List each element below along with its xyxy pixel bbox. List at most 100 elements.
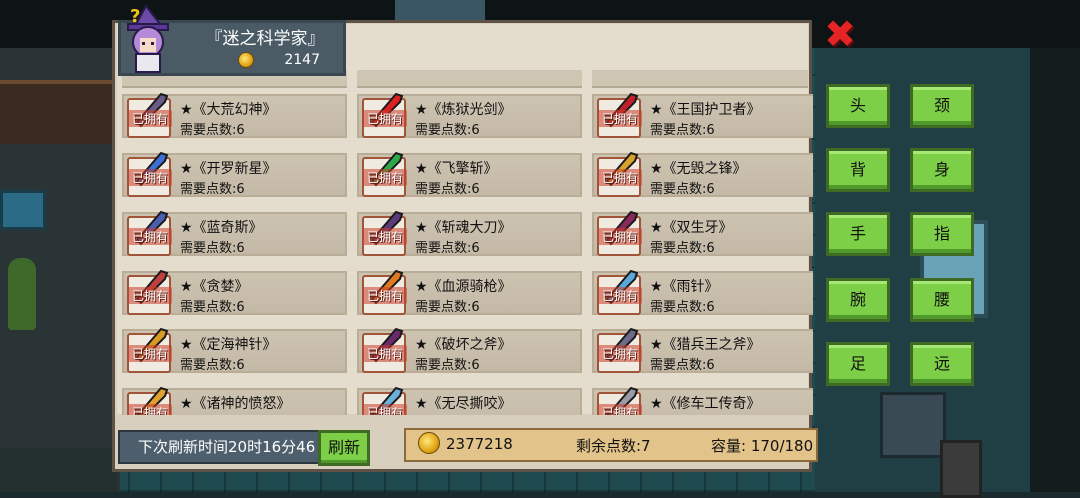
item-name: ★《无尽撕咬》: [415, 396, 512, 412]
owned-badge: 已拥有: [598, 169, 642, 186]
item-name: ★《诸神的愤怒》: [180, 396, 291, 412]
item-icon-frame: 已拥有: [362, 269, 407, 315]
refresh-timer: 下次刷新时间20时16分46: [118, 430, 324, 464]
item-icon-frame: 已拥有: [597, 269, 642, 315]
owned-badge: 已拥有: [598, 345, 642, 362]
item-icon-frame: 已拥有: [597, 92, 642, 138]
item-cost: 需要点数:6: [415, 300, 480, 315]
capacity: 容量: 170/180: [711, 437, 814, 455]
item-icon-frame: 已拥有: [597, 327, 642, 373]
item-card[interactable]: 已拥有 ★《猎兵王之斧》 需要点数:6: [592, 327, 813, 373]
item-icon-frame: 已拥有: [597, 151, 642, 197]
background-shelf: [0, 80, 118, 144]
item-cost: 需要点数:6: [415, 241, 480, 256]
owned-badge: 已拥有: [128, 404, 172, 415]
slot-back-button[interactable]: 背: [826, 148, 890, 192]
item-cost: 需要点数:6: [650, 123, 715, 138]
owned-badge: 已拥有: [128, 345, 172, 362]
item-name: ★《破坏之斧》: [415, 337, 512, 353]
item-card[interactable]: 已拥有 ★《贪婪》 需要点数:6: [122, 269, 347, 315]
owned-badge: 已拥有: [363, 345, 407, 362]
slot-ranged-button[interactable]: 远: [910, 342, 974, 386]
owned-badge: 已拥有: [598, 404, 642, 415]
wizard-avatar-icon: ?: [127, 4, 169, 73]
background-plant: [8, 258, 36, 330]
background-floor-left: [0, 448, 118, 492]
player-gold: 2147: [284, 52, 320, 68]
owned-badge: 已拥有: [598, 287, 642, 304]
item-cost: 需要点数:6: [650, 358, 715, 373]
item-icon-frame: 已拥有: [362, 327, 407, 373]
background-console: [880, 392, 946, 458]
owned-badge: 已拥有: [363, 404, 407, 415]
item-card[interactable]: 已拥有 ★《双生牙》 需要点数:6: [592, 210, 813, 256]
slot-neck-button[interactable]: 颈: [910, 84, 974, 128]
item-card[interactable]: 已拥有 ★《炼狱光剑》 需要点数:6: [357, 92, 582, 138]
player-title: 『迷之科学家』: [205, 29, 325, 49]
item-card[interactable]: 已拥有 ★《蓝奇斯》 需要点数:6: [122, 210, 347, 256]
item-name: ★《猎兵王之斧》: [650, 337, 761, 353]
item-icon-frame: 已拥有: [362, 151, 407, 197]
owned-badge: 已拥有: [363, 110, 407, 127]
item-card[interactable]: 已拥有 ★《飞擎斩》 需要点数:6: [357, 151, 582, 197]
slot-wrist-button[interactable]: 腕: [826, 278, 890, 322]
item-icon-frame: 已拥有: [127, 151, 172, 197]
slot-foot-button[interactable]: 足: [826, 342, 890, 386]
item-card[interactable]: 已拥有 ★《诸神的愤怒》需要点数:6: [122, 386, 347, 415]
owned-badge: 已拥有: [128, 287, 172, 304]
remaining-points: 剩余点数:7: [576, 437, 651, 455]
owned-badge: 已拥有: [598, 110, 642, 127]
item-card[interactable]: 已拥有 ★《大荒幻神》 需要点数:6: [122, 92, 347, 138]
item-cost: 需要点数:6: [180, 182, 245, 197]
item-card[interactable]: 已拥有 ★《修车工传奇》需要点数:6: [592, 386, 813, 415]
item-name: ★《血源骑枪》: [415, 279, 512, 295]
item-card[interactable]: 已拥有 ★《破坏之斧》 需要点数:6: [357, 327, 582, 373]
item-cost: 需要点数:6: [180, 358, 245, 373]
refresh-button[interactable]: 刷新: [318, 430, 370, 466]
owned-badge: 已拥有: [598, 228, 642, 245]
item-card[interactable]: 已拥有 ★《无尽撕咬》需要点数:6: [357, 386, 582, 415]
item-name: ★《飞擎斩》: [415, 161, 498, 177]
owned-badge: 已拥有: [128, 169, 172, 186]
slot-waist-button[interactable]: 腰: [910, 278, 974, 322]
item-card[interactable]: 已拥有 ★《定海神针》 需要点数:6: [122, 327, 347, 373]
item-icon-frame: 已拥有: [127, 327, 172, 373]
item-cost: 需要点数:6: [650, 413, 715, 415]
owned-badge: 已拥有: [128, 228, 172, 245]
item-name: ★《蓝奇斯》: [180, 220, 263, 236]
item-name: ★《修车工传奇》: [650, 396, 761, 412]
item-card[interactable]: 已拥有 ★《无毁之锋》 需要点数:6: [592, 151, 813, 197]
item-name: ★《雨针》: [650, 279, 719, 295]
close-icon[interactable]: ✖: [822, 15, 858, 53]
slot-hand-button[interactable]: 手: [826, 212, 890, 256]
item-name: ★《定海神针》: [180, 337, 277, 353]
item-name: ★《大荒幻神》: [180, 102, 277, 118]
item-card[interactable]: 已拥有 ★《开罗新星》 需要点数:6: [122, 151, 347, 197]
item-cost: 需要点数:6: [650, 241, 715, 256]
item-card[interactable]: 已拥有 ★《斩魂大刀》 需要点数:6: [357, 210, 582, 256]
gold-coin-icon: [238, 52, 254, 68]
owned-badge: 已拥有: [363, 228, 407, 245]
background-machine: [940, 440, 982, 498]
background-wall-right: [1030, 48, 1080, 492]
item-card[interactable]: 已拥有 ★《血源骑枪》 需要点数:6: [357, 269, 582, 315]
item-cost: 需要点数:6: [180, 123, 245, 138]
item-icon-frame: 已拥有: [127, 92, 172, 138]
item-name: ★《双生牙》: [650, 220, 733, 236]
item-name: ★《王国护卫者》: [650, 102, 761, 118]
background-chair: [0, 190, 46, 230]
slot-finger-button[interactable]: 指: [910, 212, 974, 256]
slot-body-button[interactable]: 身: [910, 148, 974, 192]
slot-head-button[interactable]: 头: [826, 84, 890, 128]
gold-coin-icon: [418, 432, 440, 454]
owned-badge: 已拥有: [363, 287, 407, 304]
item-name: ★《炼狱光剑》: [415, 102, 512, 118]
item-icon-frame: 已拥有: [362, 210, 407, 256]
item-cost: 需要点数:6: [415, 413, 480, 415]
item-list[interactable]: 已拥有 ★《大荒幻神》 需要点数:6 已拥有 ★《炼狱光剑》 需要点数:6 已拥有 ★《王国护…: [117, 70, 813, 415]
item-card[interactable]: 已拥有 ★《雨针》 需要点数:6: [592, 269, 813, 315]
item-card[interactable]: 已拥有 ★《王国护卫者》 需要点数:6: [592, 92, 813, 138]
item-cost: 需要点数:6: [415, 182, 480, 197]
item-icon-frame: 已拥有: [127, 210, 172, 256]
partial-row: [357, 70, 582, 88]
